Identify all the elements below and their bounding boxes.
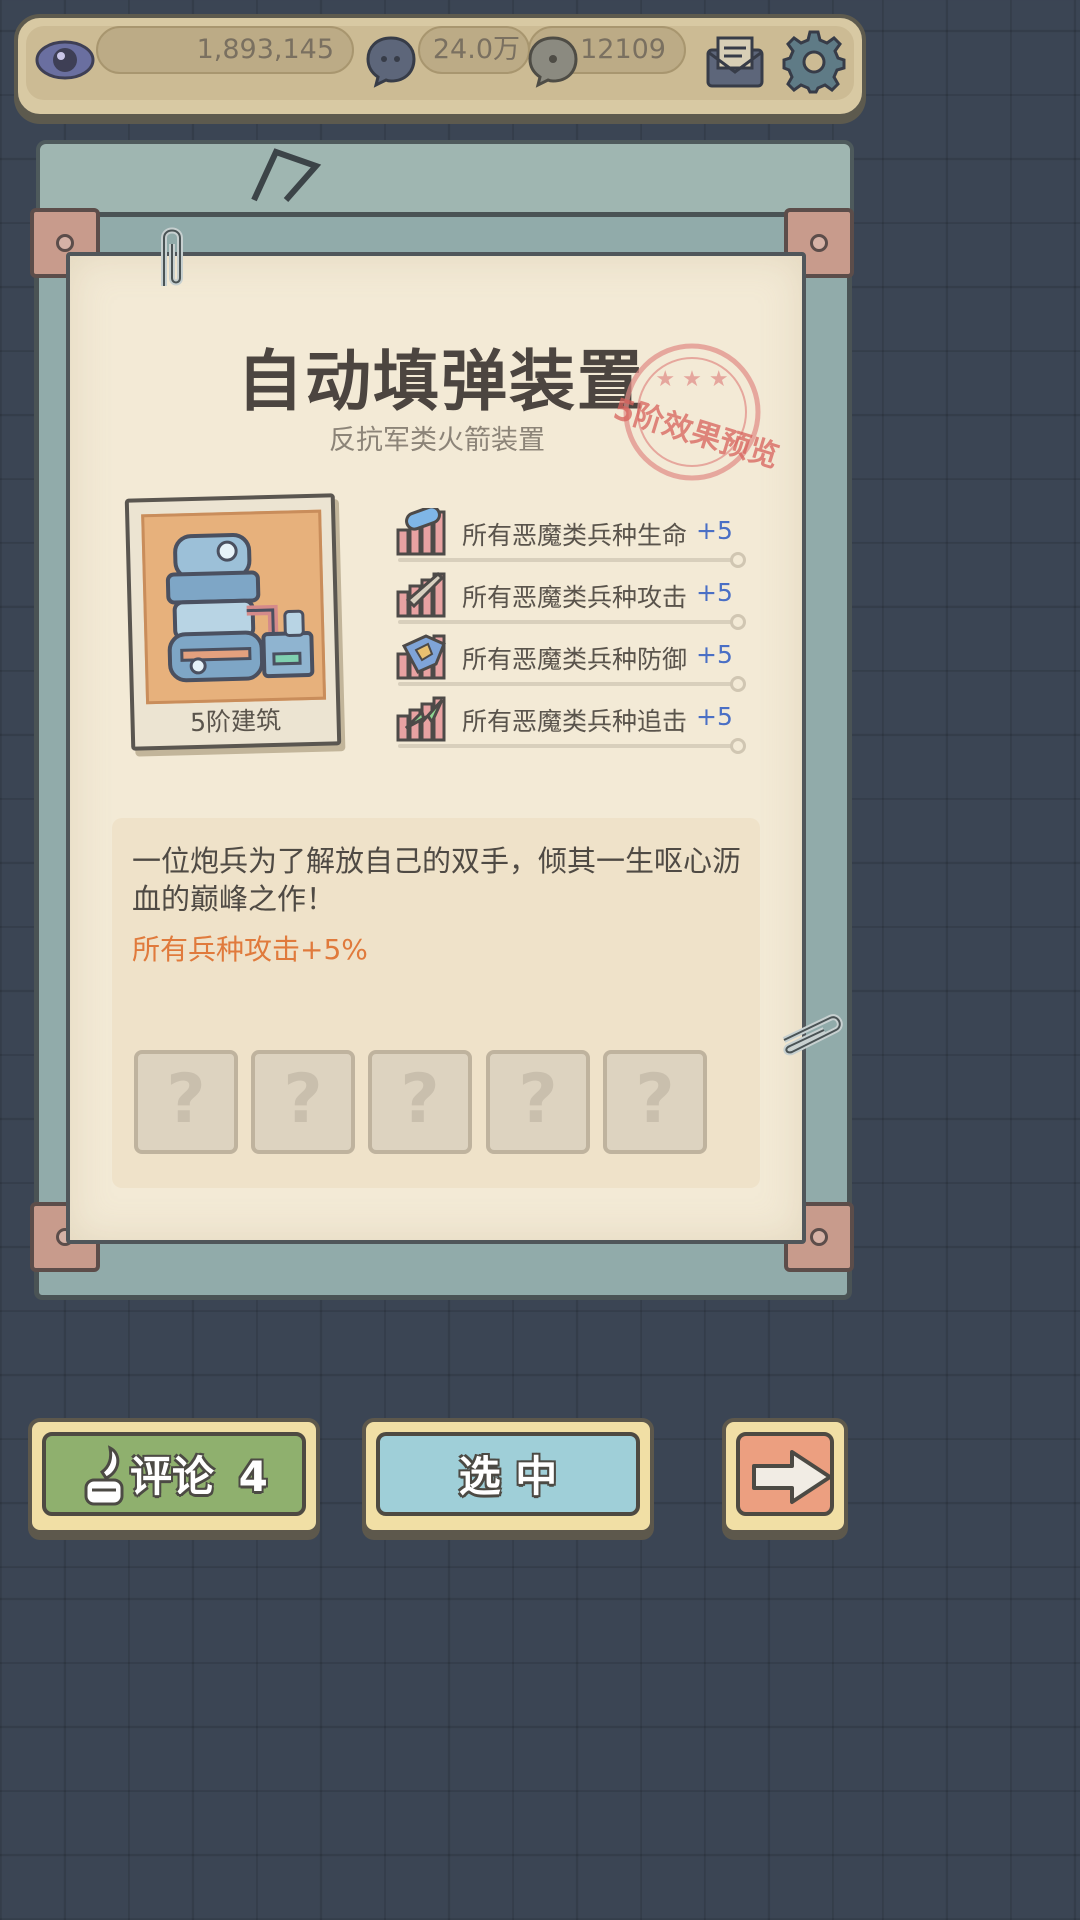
stat-value: +5 (696, 516, 733, 545)
building-image (141, 509, 327, 705)
select-button-face: 选 中 (376, 1432, 640, 1516)
eye-icon (35, 40, 95, 80)
stat-divider (398, 620, 734, 624)
comment-label: 评论 (130, 1452, 215, 1501)
lightning-icon (396, 696, 446, 742)
stat-divider (398, 682, 734, 686)
stat-row: 所有恶魔类兵种攻击 +5 (396, 570, 756, 630)
auto-loader-icon (165, 532, 315, 683)
stat-label: 所有恶魔类兵种攻击 (462, 583, 688, 612)
stat-row: 所有恶魔类兵种生命 +5 (396, 508, 756, 568)
unknown-slot[interactable]: ? (368, 1050, 472, 1154)
shield-icon (396, 634, 446, 680)
gear-icon[interactable] (782, 30, 846, 94)
next-button[interactable] (722, 1418, 848, 1534)
stat-dot (730, 552, 746, 568)
unknown-slot[interactable]: ? (134, 1050, 238, 1154)
comment-button-text: 评论 4 (130, 1436, 302, 1512)
unknown-slot[interactable]: ? (486, 1050, 590, 1154)
building-tier-label: 5阶建筑 (189, 705, 282, 738)
unknown-slot[interactable]: ? (251, 1050, 355, 1154)
stat-dot (730, 614, 746, 630)
select-button[interactable]: 选 中 (362, 1418, 654, 1534)
stat-label: 所有恶魔类兵种生命 (462, 521, 688, 550)
stat-value: +5 (696, 578, 733, 607)
building-bonus: 所有兵种攻击+5% (132, 933, 368, 966)
clip-top-icon (251, 148, 322, 202)
quill-icon (84, 1445, 124, 1506)
message-icon (528, 36, 578, 88)
select-label: 选 中 (458, 1452, 558, 1501)
comments-counter: 24.0万 (418, 26, 530, 74)
stat-divider (398, 744, 734, 748)
comment-button-face: 评论 4 (42, 1432, 306, 1516)
stat-value: +5 (696, 702, 733, 731)
paperclip-icon (782, 1014, 843, 1056)
unknown-slot[interactable]: ? (603, 1050, 707, 1154)
stat-label: 所有恶魔类兵种追击 (462, 707, 688, 736)
comment-button[interactable]: 评论 4 (28, 1418, 320, 1534)
svg-text:★ ★ ★: ★ ★ ★ (655, 367, 728, 392)
stat-dot (730, 738, 746, 754)
stat-divider (398, 558, 734, 562)
stat-dot (730, 676, 746, 692)
views-counter: 1,893,145 (96, 26, 354, 74)
arrow-right-icon (752, 1450, 832, 1504)
comments-icon (366, 36, 416, 88)
mail-icon[interactable] (704, 36, 766, 90)
stat-row: 所有恶魔类兵种防御 +5 (396, 632, 756, 692)
stat-value: +5 (696, 640, 733, 669)
stat-label: 所有恶魔类兵种防御 (462, 645, 688, 674)
sword-icon (396, 571, 446, 618)
building-card: 5阶建筑 (124, 493, 342, 751)
health-icon (396, 508, 446, 556)
paperclip-icon (161, 227, 183, 286)
stat-row: 所有恶魔类兵种追击 +5 (396, 694, 756, 754)
comment-count: 4 (238, 1452, 268, 1501)
building-description: 一位炮兵为了解放自己的双手，倾其一生呕心沥血的巅峰之作！ (132, 844, 742, 916)
next-button-face (736, 1432, 834, 1516)
